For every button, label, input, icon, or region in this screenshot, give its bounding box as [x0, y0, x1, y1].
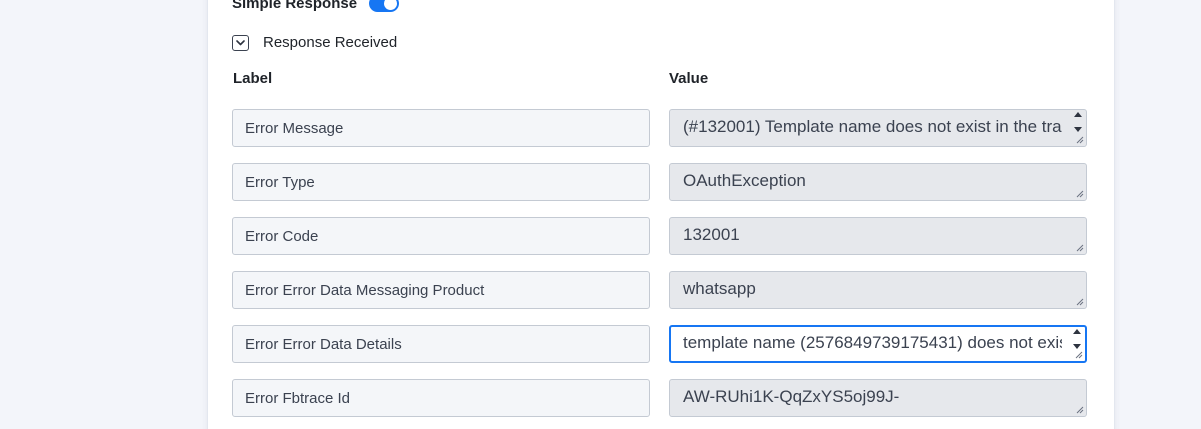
resize-grip-icon[interactable]	[1076, 406, 1084, 414]
row-value-textarea-focused[interactable]: template name (2576849739175431) does no…	[669, 325, 1087, 363]
row-label-field: Error Message	[232, 109, 650, 147]
table-row: Error Error Data Messaging Product whats…	[232, 271, 1087, 309]
resize-grip-icon[interactable]	[1076, 190, 1084, 198]
row-value-textarea[interactable]: OAuthException	[669, 163, 1087, 201]
response-received-row: Response Received	[232, 34, 397, 51]
toggle-knob	[384, 0, 398, 10]
response-received-label: Response Received	[263, 34, 398, 51]
row-value-text: (#132001) Template name does not exist i…	[683, 117, 1062, 136]
row-value-textarea[interactable]: AW-RUhi1K-QqZxYS5oj99J-	[669, 379, 1087, 417]
row-value-text: AW-RUhi1K-QqZxYS5oj99J-	[683, 387, 900, 406]
row-label-field: Error Error Data Details	[232, 325, 650, 363]
resize-grip-icon[interactable]	[1075, 351, 1083, 359]
row-label-field: Error Type	[232, 163, 650, 201]
chevron-down-icon[interactable]	[232, 34, 249, 51]
response-panel: Simple Response Response Received Label …	[207, 0, 1115, 429]
resize-grip-icon[interactable]	[1076, 244, 1084, 252]
simple-response-label: Simple Response	[232, 0, 358, 12]
spinner-arrows-icon[interactable]	[1071, 329, 1083, 349]
table-row: Error Error Data Details template name (…	[232, 325, 1087, 363]
spinner-arrows-icon[interactable]	[1072, 112, 1084, 132]
row-label-field: Error Code	[232, 217, 650, 255]
resize-grip-icon[interactable]	[1076, 136, 1084, 144]
row-value-text: OAuthException	[683, 171, 806, 190]
row-value-textarea[interactable]: (#132001) Template name does not exist i…	[669, 109, 1087, 147]
simple-response-row: Simple Response	[232, 0, 400, 12]
value-column-header: Value	[669, 70, 709, 87]
row-value-textarea[interactable]: 132001	[669, 217, 1087, 255]
label-column-header: Label	[233, 70, 273, 87]
row-value-text: template name (2576849739175431) does no…	[683, 333, 1062, 352]
table-row: Error Fbtrace Id AW-RUhi1K-QqZxYS5oj99J-	[232, 379, 1087, 417]
resize-grip-icon[interactable]	[1076, 298, 1084, 306]
row-value-textarea[interactable]: whatsapp	[669, 271, 1087, 309]
table-row: Error Code 132001	[232, 217, 1087, 255]
simple-response-toggle[interactable]	[369, 0, 400, 12]
table-row: Error Type OAuthException	[232, 163, 1087, 201]
row-value-text: 132001	[683, 225, 740, 244]
row-label-field: Error Error Data Messaging Product	[232, 271, 650, 309]
table-row: Error Message (#132001) Template name do…	[232, 109, 1087, 147]
row-label-field: Error Fbtrace Id	[232, 379, 650, 417]
row-value-text: whatsapp	[683, 279, 756, 298]
